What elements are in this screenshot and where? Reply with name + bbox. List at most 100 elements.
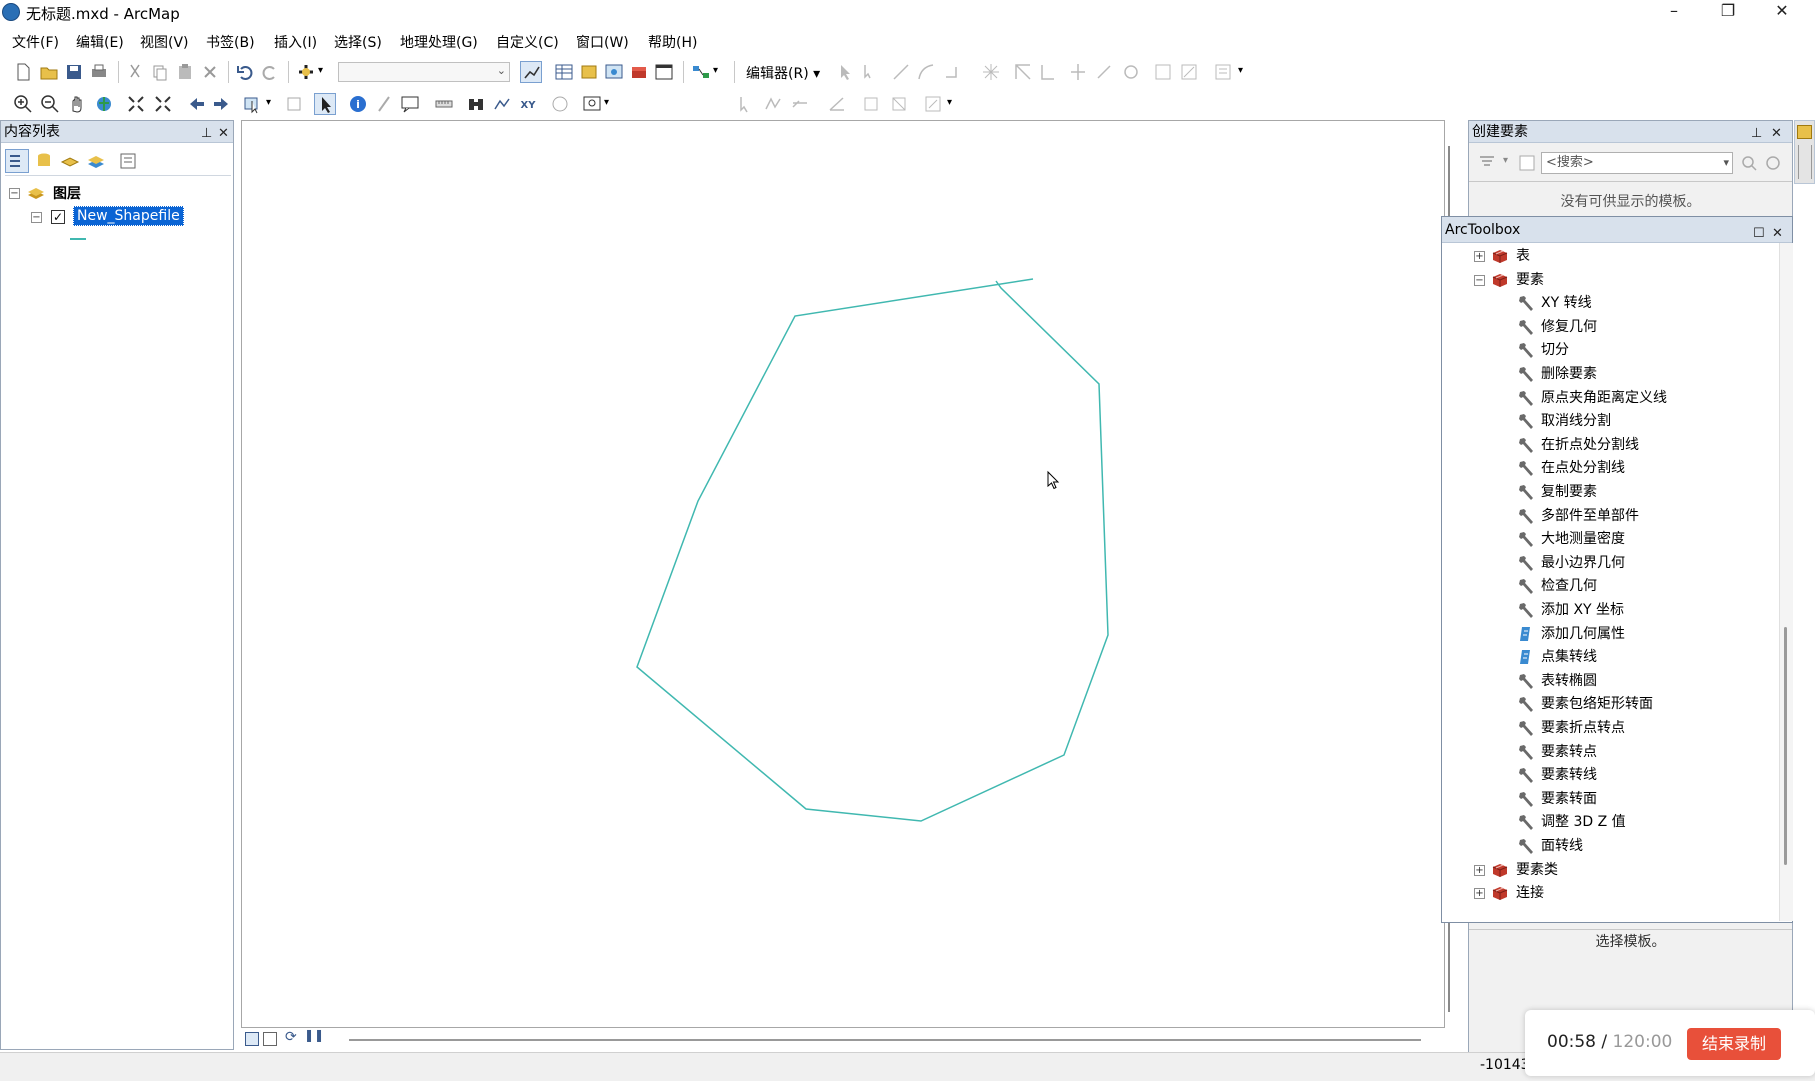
tool-row-3[interactable]: 删除要素 bbox=[1442, 363, 1778, 385]
organize-dropdown-icon[interactable]: ▾ bbox=[1503, 155, 1508, 166]
zoom-out-icon[interactable] bbox=[39, 93, 61, 115]
zoom-in-icon[interactable] bbox=[12, 93, 34, 115]
close-button[interactable]: ✕ bbox=[1755, 0, 1809, 24]
toolset-row-current-0[interactable]: − 要素 bbox=[1442, 269, 1778, 291]
create-features-close-icon[interactable]: ✕ bbox=[1771, 123, 1782, 145]
tool-row-16[interactable]: 表转椭圆 bbox=[1442, 670, 1778, 692]
edit-tool-icon[interactable] bbox=[834, 61, 856, 83]
delete-icon[interactable] bbox=[199, 61, 221, 83]
topology-errors-icon[interactable] bbox=[888, 93, 910, 115]
layer-name[interactable]: New_Shapefile bbox=[73, 206, 184, 226]
error-inspector-icon[interactable] bbox=[922, 93, 944, 115]
print-icon[interactable] bbox=[88, 61, 110, 83]
reshape-feature-icon[interactable] bbox=[1012, 61, 1034, 83]
menu-windows[interactable]: 窗口(W) bbox=[576, 32, 629, 52]
menu-selection[interactable]: 选择(S) bbox=[334, 32, 382, 52]
identify-icon[interactable]: i bbox=[347, 93, 369, 115]
hyperlink-icon[interactable] bbox=[373, 93, 395, 115]
create-features-pin-icon[interactable]: ⊥ bbox=[1751, 123, 1762, 145]
time-slider-icon[interactable] bbox=[549, 93, 571, 115]
menu-help[interactable]: 帮助(H) bbox=[648, 32, 697, 52]
tool-row-15[interactable]: 点集转线 bbox=[1442, 646, 1778, 668]
arctoolbox-window-icon[interactable] bbox=[628, 61, 650, 83]
template-search-input[interactable]: <搜索> ▾ bbox=[1541, 152, 1733, 174]
attributes-icon[interactable] bbox=[1120, 61, 1142, 83]
tools-overflow-icon[interactable]: ▾ bbox=[604, 97, 609, 108]
vertex-edit-icon[interactable] bbox=[980, 61, 1002, 83]
straight-segment-icon[interactable] bbox=[890, 61, 912, 83]
new-document-icon[interactable] bbox=[12, 61, 34, 83]
tool-row-18[interactable]: 要素折点转点 bbox=[1442, 717, 1778, 739]
menu-view[interactable]: 视图(V) bbox=[140, 32, 189, 52]
layer-visibility-checkbox[interactable]: ✓ bbox=[51, 210, 65, 224]
map-scale-combo[interactable]: ⌄ bbox=[338, 62, 510, 82]
tool-row-20[interactable]: 要素转线 bbox=[1442, 764, 1778, 786]
refresh-icon[interactable]: ⟳ bbox=[285, 1029, 297, 1045]
tool-row-12[interactable]: 检查几何 bbox=[1442, 575, 1778, 597]
expand-icon[interactable]: + bbox=[1474, 888, 1485, 900]
layer-collapse-icon[interactable]: − bbox=[31, 212, 42, 223]
table-window-icon[interactable] bbox=[553, 61, 575, 83]
edit-vertices-icon[interactable] bbox=[762, 93, 784, 115]
add-data-icon[interactable] bbox=[295, 61, 317, 83]
tool-row-8[interactable]: 复制要素 bbox=[1442, 481, 1778, 503]
tool-row-7[interactable]: 在点处分割线 bbox=[1442, 457, 1778, 479]
expand-icon[interactable]: + bbox=[1474, 251, 1485, 262]
sketch-properties-icon[interactable] bbox=[1152, 61, 1174, 83]
rotate-tool-icon[interactable] bbox=[1093, 61, 1115, 83]
tool-row-6[interactable]: 在折点处分割线 bbox=[1442, 434, 1778, 456]
dock-tab-strip[interactable] bbox=[1794, 120, 1815, 184]
tool-row-4[interactable]: 原点夹角距离定义线 bbox=[1442, 387, 1778, 409]
toc-close-icon[interactable]: ✕ bbox=[218, 123, 229, 145]
pause-drawing-icon[interactable]: ❚❚ bbox=[304, 1028, 324, 1042]
clear-selection-icon[interactable] bbox=[283, 93, 305, 115]
measure-icon[interactable] bbox=[433, 93, 455, 115]
reshape-edge-icon[interactable] bbox=[789, 93, 811, 115]
catalog-window-icon[interactable] bbox=[578, 61, 600, 83]
select-features-dropdown-icon[interactable]: ▾ bbox=[266, 97, 271, 108]
clear-search-icon[interactable] bbox=[1763, 153, 1783, 173]
list-by-source-icon[interactable] bbox=[33, 150, 55, 172]
editor-options-icon[interactable] bbox=[1212, 61, 1234, 83]
save-icon[interactable] bbox=[63, 61, 85, 83]
toolbar-overflow-icon[interactable]: ▾ bbox=[713, 65, 718, 76]
trace-icon[interactable] bbox=[942, 61, 964, 83]
forward-extent-icon[interactable] bbox=[210, 93, 232, 115]
cut-icon[interactable] bbox=[124, 61, 146, 83]
map-canvas[interactable] bbox=[242, 121, 1446, 1029]
organize-templates-icon[interactable] bbox=[1477, 153, 1499, 173]
find-route-icon[interactable] bbox=[491, 93, 513, 115]
create-viewer-icon[interactable] bbox=[581, 93, 603, 115]
data-view-icon[interactable] bbox=[245, 1032, 259, 1046]
go-to-xy-icon[interactable]: XY bbox=[517, 93, 539, 115]
editor-overflow-icon[interactable]: ▾ bbox=[1238, 65, 1243, 76]
tool-row-10[interactable]: 大地测量密度 bbox=[1442, 528, 1778, 550]
catalog-tab-icon[interactable] bbox=[1797, 125, 1812, 139]
tool-row-14[interactable]: 添加几何属性 bbox=[1442, 623, 1778, 645]
horizontal-scrollbar[interactable] bbox=[349, 1039, 1421, 1041]
collapse-icon[interactable]: − bbox=[1474, 274, 1485, 286]
tool-row-17[interactable]: 要素包络矩形转面 bbox=[1442, 693, 1778, 715]
pan-icon[interactable] bbox=[66, 93, 88, 115]
editor-toolbar-icon[interactable] bbox=[520, 61, 542, 83]
topology-overflow-icon[interactable]: ▾ bbox=[947, 97, 952, 108]
minimize-button[interactable]: – bbox=[1647, 0, 1701, 24]
toolset-row-after-1[interactable]: + 连接 bbox=[1442, 882, 1778, 904]
tool-row-0[interactable]: XY 转线 bbox=[1442, 292, 1778, 314]
find-icon[interactable] bbox=[465, 93, 487, 115]
tool-row-19[interactable]: 要素转点 bbox=[1442, 741, 1778, 763]
layout-view-icon[interactable] bbox=[263, 1032, 277, 1046]
tool-row-13[interactable]: 添加 XY 坐标 bbox=[1442, 599, 1778, 621]
html-popup-icon[interactable] bbox=[399, 93, 421, 115]
toolset-row-after-0[interactable]: + 要素类 bbox=[1442, 859, 1778, 881]
show-shared-icon[interactable] bbox=[860, 93, 882, 115]
list-by-visibility-icon[interactable] bbox=[59, 150, 81, 172]
tool-row-5[interactable]: 取消线分割 bbox=[1442, 410, 1778, 432]
redo-icon[interactable] bbox=[259, 61, 281, 83]
tool-row-23[interactable]: 面转线 bbox=[1442, 835, 1778, 857]
layer-symbol-line[interactable] bbox=[70, 238, 86, 240]
menu-insert[interactable]: 插入(I) bbox=[274, 32, 317, 52]
tool-row-2[interactable]: 切分 bbox=[1442, 339, 1778, 361]
tool-row-9[interactable]: 多部件至单部件 bbox=[1442, 505, 1778, 527]
toolset-row-before-0[interactable]: + 表 bbox=[1442, 245, 1778, 267]
